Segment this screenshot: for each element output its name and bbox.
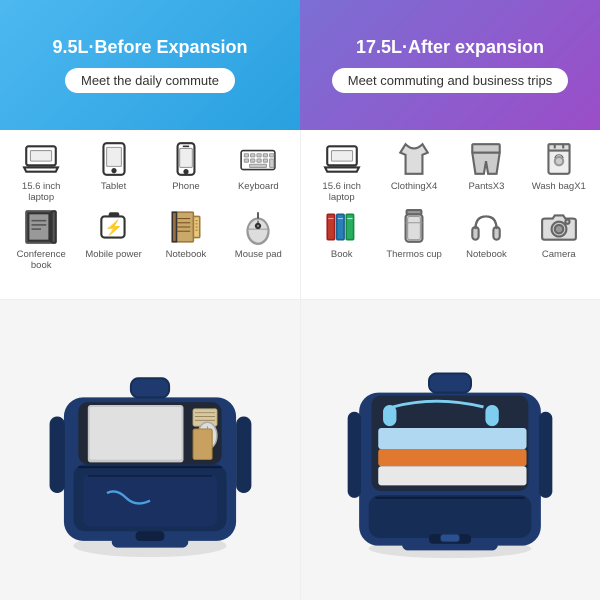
banner-right: 17.5L·After expansion Meet commuting and… <box>300 0 600 130</box>
icon-washbag: Wash bagX1 <box>529 140 589 192</box>
clothing-icon <box>395 140 433 178</box>
icon-camera: Camera <box>529 208 589 260</box>
icon-label-notebook-left: Notebook <box>166 249 207 260</box>
pants-icon <box>467 140 505 178</box>
icon-thermos: Thermos cup <box>384 208 444 260</box>
icons-section: 15.6 inch laptop Tablet <box>0 130 600 300</box>
icon-mobile-power: ⚡ Mobile power <box>84 208 144 260</box>
notebook-left-icon <box>167 208 205 246</box>
icon-headphones: Notebook <box>456 208 516 260</box>
laptop-2-icon <box>323 140 361 178</box>
icon-label-thermos: Thermos cup <box>386 249 441 260</box>
icons-row-left-1: 15.6 inch laptop Tablet <box>5 140 295 204</box>
backpack-right <box>311 310 591 590</box>
icon-label-conference-book: Conference book <box>11 249 71 272</box>
icon-label-books: Book <box>331 249 353 260</box>
icon-notebook-left: Notebook <box>156 208 216 260</box>
icon-label-headphones: Notebook <box>466 249 507 260</box>
icon-label-phone: Phone <box>172 181 199 192</box>
icon-label-mobile-power: Mobile power <box>85 249 142 260</box>
camera-icon <box>540 208 578 246</box>
icon-tablet: Tablet <box>84 140 144 192</box>
thermos-icon <box>395 208 433 246</box>
books-icon <box>323 208 361 246</box>
icons-panel-right: 15.6 inch laptop ClothingX4 <box>301 130 600 299</box>
icons-row-left-2: Conference book ⚡ Mobile power <box>5 208 295 272</box>
icon-label-mousepad: Mouse pad <box>235 249 282 260</box>
headphones-icon <box>467 208 505 246</box>
banners-section: 9.5L·Before Expansion Meet the daily com… <box>0 0 600 130</box>
icon-label-camera: Camera <box>542 249 576 260</box>
icon-conference-book: Conference book <box>11 208 71 272</box>
icons-panel-left: 15.6 inch laptop Tablet <box>0 130 301 299</box>
phone-icon <box>167 140 205 178</box>
icons-row-right-1: 15.6 inch laptop ClothingX4 <box>306 140 596 204</box>
mobile-power-icon: ⚡ <box>95 208 133 246</box>
icon-label-pants: PantsX3 <box>468 181 504 192</box>
icon-label-laptop-2: 15.6 inch laptop <box>312 181 372 204</box>
mousepad-icon <box>239 208 277 246</box>
icons-row-right-2: Book Thermos cup <box>306 208 596 260</box>
icon-laptop-2: 15.6 inch laptop <box>312 140 372 204</box>
icon-label-keyboard: Keyboard <box>238 181 279 192</box>
keyboard-icon <box>239 140 277 178</box>
main-container: 9.5L·Before Expansion Meet the daily com… <box>0 0 600 600</box>
laptop-icon <box>22 140 60 178</box>
backpack-left <box>10 310 290 590</box>
icon-clothing: ClothingX4 <box>384 140 444 192</box>
washbag-icon <box>540 140 578 178</box>
banner-right-subtitle: Meet commuting and business trips <box>332 68 568 93</box>
banner-right-title: 17.5L·After expansion <box>356 37 544 59</box>
image-panel-right <box>301 300 600 600</box>
icon-label-tablet: Tablet <box>101 181 126 192</box>
icon-label-washbag: Wash bagX1 <box>532 181 586 192</box>
icon-label-laptop-1: 15.6 inch laptop <box>11 181 71 204</box>
banner-left-title: 9.5L·Before Expansion <box>52 37 247 59</box>
icon-pants: PantsX3 <box>456 140 516 192</box>
conference-book-icon <box>22 208 60 246</box>
banner-left-subtitle: Meet the daily commute <box>65 68 235 93</box>
icon-phone: Phone <box>156 140 216 192</box>
image-panel-left <box>0 300 301 600</box>
icon-label-clothing: ClothingX4 <box>391 181 437 192</box>
tablet-icon <box>95 140 133 178</box>
icon-keyboard: Keyboard <box>228 140 288 192</box>
banner-left: 9.5L·Before Expansion Meet the daily com… <box>0 0 300 130</box>
icon-mousepad: Mouse pad <box>228 208 288 260</box>
svg-text:⚡: ⚡ <box>104 218 122 236</box>
icon-laptop-1: 15.6 inch laptop <box>11 140 71 204</box>
images-section <box>0 300 600 600</box>
icon-books: Book <box>312 208 372 260</box>
